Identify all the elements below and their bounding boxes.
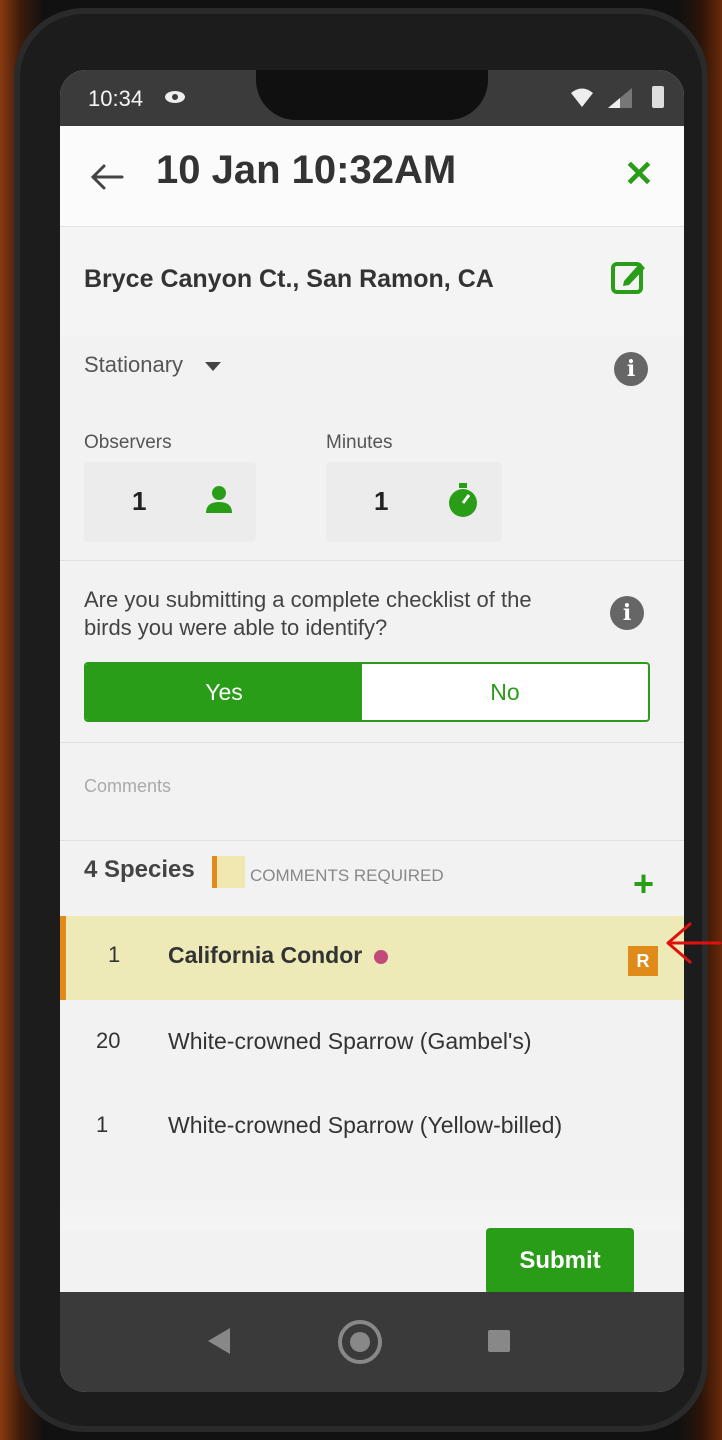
minutes-label: Minutes xyxy=(326,432,393,453)
minutes-field[interactable]: 1 xyxy=(326,462,502,542)
nav-recents-icon[interactable] xyxy=(488,1330,510,1352)
species-count-value: 1 xyxy=(96,1112,109,1137)
species-name: California Condor xyxy=(168,942,389,969)
species-row[interactable]: 1 White-crowned Sparrow (Yellow-billed) xyxy=(60,1086,684,1170)
eye-icon xyxy=(165,91,185,103)
add-species-icon[interactable]: + xyxy=(633,866,654,902)
person-icon xyxy=(206,486,232,513)
list-fade xyxy=(60,1190,684,1230)
yes-option[interactable]: Yes xyxy=(86,664,362,720)
complete-info-icon[interactable]: i xyxy=(610,596,644,630)
species-row[interactable]: 20 White-crowned Sparrow (Gambel's) xyxy=(60,1002,684,1086)
phone-frame: 10:34 10 Jan 10:32AM ✕ Bryce Canyon Ct.,… xyxy=(14,8,708,1432)
protocol-info-icon[interactable]: i xyxy=(614,352,648,386)
page-title: 10 Jan 10:32AM xyxy=(156,148,457,192)
complete-checklist-question: Are you submitting a complete checklist … xyxy=(84,587,532,640)
species-name: White-crowned Sparrow (Gambel's) xyxy=(168,1028,532,1054)
species-count-value: 20 xyxy=(96,1028,121,1053)
observers-field[interactable]: 1 xyxy=(84,462,256,542)
divider xyxy=(60,560,684,561)
stopwatch-icon xyxy=(449,483,477,517)
android-nav-bar xyxy=(60,1292,684,1392)
close-icon[interactable]: ✕ xyxy=(624,156,654,192)
observers-value: 1 xyxy=(132,486,147,516)
status-bar: 10:34 xyxy=(60,70,684,126)
battery-icon xyxy=(652,86,664,108)
observers-label: Observers xyxy=(84,432,172,453)
wifi-icon xyxy=(571,88,593,107)
back-arrow-icon[interactable] xyxy=(90,162,124,192)
app-header: 10 Jan 10:32AM ✕ xyxy=(60,126,684,227)
species-row-flagged[interactable]: 1 California Condor R xyxy=(60,916,684,1000)
location-section[interactable]: Bryce Canyon Ct., San Ramon, CA xyxy=(60,227,684,337)
comments-field[interactable]: Comments xyxy=(84,776,171,797)
app-screen: 10:34 10 Jan 10:32AM ✕ Bryce Canyon Ct.,… xyxy=(60,70,684,1392)
comments-required-swatch xyxy=(212,856,245,888)
breeding-dot-icon xyxy=(374,949,389,964)
location-name: Bryce Canyon Ct., San Ramon, CA xyxy=(84,265,494,293)
rare-badge: R xyxy=(628,946,658,976)
protocol-dropdown[interactable]: Stationary xyxy=(84,352,222,378)
nav-back-icon[interactable] xyxy=(208,1328,230,1354)
nav-home-icon[interactable] xyxy=(338,1320,382,1364)
status-clock: 10:34 xyxy=(88,86,144,111)
signal-icon xyxy=(608,88,632,108)
divider xyxy=(60,742,684,743)
chevron-down-icon xyxy=(205,361,222,371)
species-count-value: 1 xyxy=(108,942,121,967)
protocol-value: Stationary xyxy=(84,352,184,377)
no-option[interactable]: No xyxy=(362,664,648,720)
annotation-arrow-icon xyxy=(666,922,722,964)
edit-icon[interactable] xyxy=(610,257,648,295)
camera-notch xyxy=(256,70,488,120)
comments-required-label: COMMENTS REQUIRED xyxy=(250,866,444,885)
species-name: White-crowned Sparrow (Yellow-billed) xyxy=(168,1112,563,1138)
species-count: 4 Species xyxy=(84,856,195,883)
submit-button[interactable]: Submit xyxy=(486,1228,634,1294)
complete-checklist-toggle: Yes No xyxy=(84,662,650,722)
divider xyxy=(60,840,684,841)
minutes-value: 1 xyxy=(374,486,389,516)
